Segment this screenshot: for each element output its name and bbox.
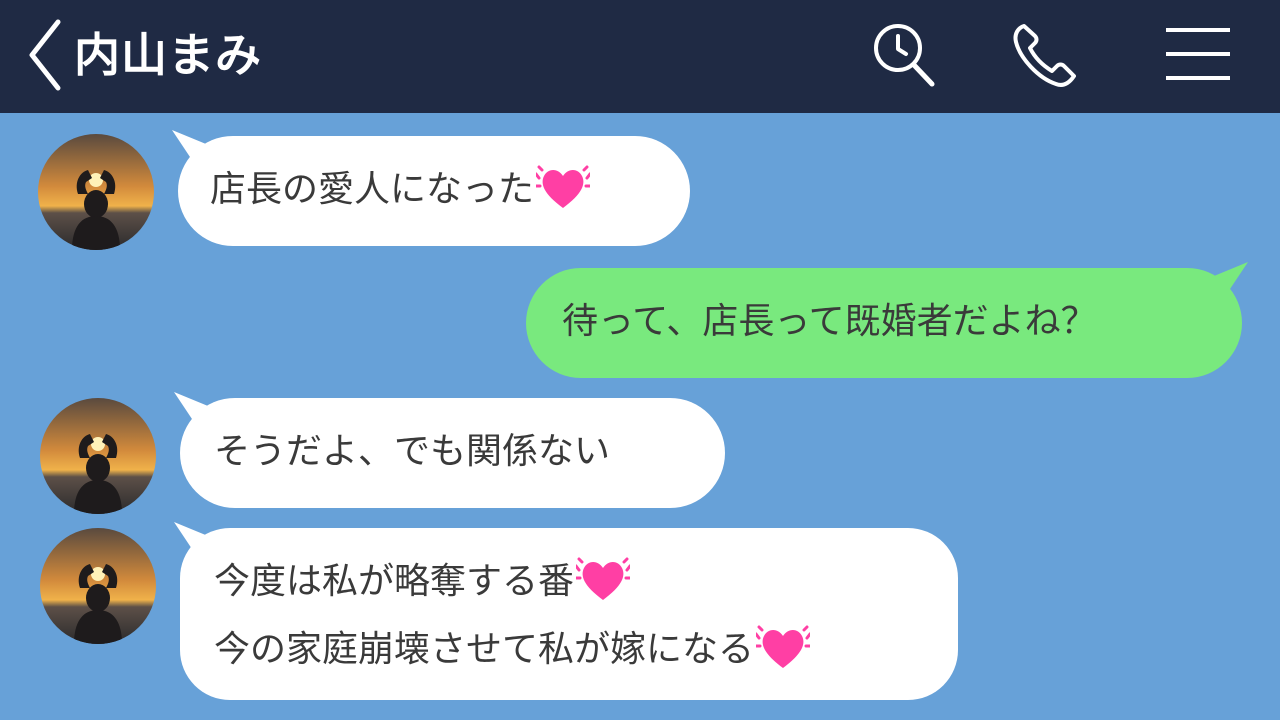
- message-text: 待って、店長って既婚者だよね？: [562, 301, 1097, 342]
- header-bar: 内山まみ: [0, 0, 1280, 113]
- contact-avatar[interactable]: [40, 528, 156, 644]
- message-bubble[interactable]: そうだよ、でも関係ない: [174, 392, 725, 508]
- contact-avatar[interactable]: [40, 398, 156, 514]
- heart-icon: [536, 165, 591, 208]
- menu-icon[interactable]: [1160, 18, 1236, 94]
- bubble-tail: [1214, 262, 1248, 292]
- heart-icon: [576, 557, 631, 600]
- message-bubble[interactable]: 今度は私が略奪する番 今の家庭崩壊させて私が嫁になる: [174, 522, 958, 700]
- message-bubble[interactable]: 店長の愛人になった: [172, 130, 690, 246]
- heart-icon: [756, 625, 811, 668]
- search-icon[interactable]: [866, 18, 942, 94]
- contact-name: 内山まみ: [74, 28, 262, 82]
- chat-screen: 内山まみ 店長の愛人になった 待って、店長って既婚者だよね？ そうだよ、でも関係…: [0, 0, 1280, 720]
- bubble-tail: [174, 522, 208, 552]
- message-text: 今度は私が略奪する番: [214, 548, 958, 616]
- bubble-tail: [174, 392, 208, 422]
- bubble-tail: [172, 130, 206, 160]
- message-text: 今の家庭崩壊させて私が嫁になる: [214, 616, 958, 684]
- message-text: 店長の愛人になった: [210, 156, 690, 224]
- phone-icon[interactable]: [1008, 18, 1084, 94]
- message-text: そうだよ、でも関係ない: [214, 431, 611, 472]
- contact-avatar[interactable]: [38, 134, 154, 250]
- message-bubble[interactable]: 待って、店長って既婚者だよね？: [526, 262, 1248, 378]
- back-chevron-icon[interactable]: [22, 16, 72, 94]
